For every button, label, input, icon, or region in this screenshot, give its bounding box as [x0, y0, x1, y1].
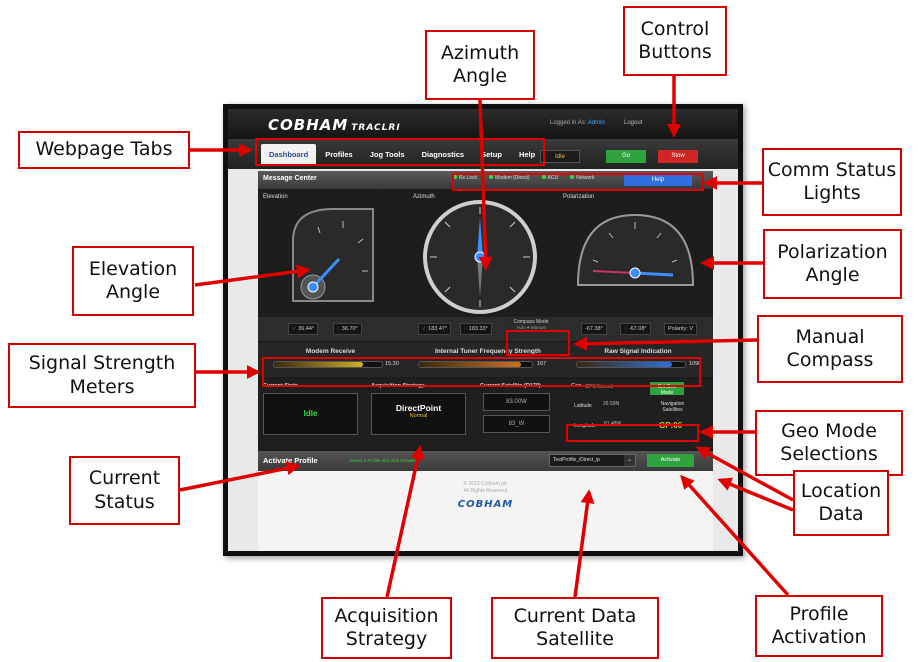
raw-signal-label: Raw Signal Indication [604, 348, 672, 355]
acquisition-strategy-sub: Normal [409, 413, 428, 419]
callout-control-buttons: Control Buttons [623, 6, 727, 76]
azimuth-gauge [423, 200, 537, 314]
callout-elevation-angle: Elevation Angle [72, 246, 194, 316]
meters-highlight [262, 357, 701, 387]
polarity-mode: Polarity: V [664, 323, 698, 335]
angle-readouts: ✓ 36.44° ◌ 36.70° ✓ 183.47° ◌ 183.33° Co… [258, 317, 713, 341]
callout-comm-status-lights: Comm Status Lights [762, 148, 902, 216]
elevation-target: ◌ 36.70° [333, 323, 362, 335]
tabs-highlight [255, 138, 545, 166]
activate-profile-bar: Activate Profile Select a Profile and cl… [258, 451, 713, 471]
elevation-actual: ✓ 36.44° [288, 323, 319, 335]
current-state-box: Idle [263, 393, 358, 435]
modem-receive-label: Modem Receive [305, 348, 356, 355]
top-bar: COBHAM TRACLRI Logged in As: Admin Logout [228, 109, 738, 139]
current-state-value: Idle [303, 409, 318, 418]
chevron-down-icon[interactable]: ⌄ [624, 455, 635, 466]
azimuth-actual: ✓ 183.47° [418, 323, 452, 335]
activate-profile-hint: Select a Profile and click Activate [350, 458, 417, 463]
polarization-target: ◌ -67.08° [620, 323, 651, 335]
callout-polarization-angle: Polarization Angle [763, 229, 902, 299]
logout-link[interactable]: Logout [624, 120, 642, 126]
activate-profile-title: Activate Profile [263, 456, 318, 465]
polarization-gauge [576, 213, 695, 286]
logged-in-info: Logged in As: Admin [550, 120, 605, 126]
elevation-gauge [292, 208, 374, 302]
elevation-label: Elevation [263, 194, 288, 200]
message-center-title: Message Center [263, 175, 317, 182]
user-link[interactable]: Admin [588, 120, 605, 126]
polarization-actual: -67.38° [581, 323, 607, 335]
geo-mode-highlight [566, 424, 699, 442]
profile-select[interactable]: TestProfile_iDirect_ip ⌄ [549, 454, 636, 467]
callout-acquisition-strategy: Acquisition Strategy [321, 597, 452, 659]
acquisition-strategy-value: DirectPoint [395, 403, 442, 413]
idle-button[interactable]: Idle [540, 150, 580, 163]
footer: © 2013 Cobham plc All Rights Reserved CO… [258, 471, 713, 551]
activate-button[interactable]: Activate [647, 454, 694, 467]
callout-profile-activation: Profile Activation [755, 595, 883, 657]
go-button[interactable]: Go [606, 150, 646, 163]
cobham-logo: COBHAM TRACLRI [268, 116, 401, 134]
callout-location-data: Location Data [793, 470, 889, 536]
navigation-satellites-label: Navigation Satellites [660, 401, 685, 413]
callout-geo-mode-selections: Geo Mode Selections [755, 410, 903, 476]
latitude-label: Latitude [574, 403, 592, 409]
callout-webpage-tabs: Webpage Tabs [18, 131, 190, 169]
azimuth-target: ◌ 183.33° [460, 323, 492, 335]
footer-logo: COBHAM [457, 499, 514, 510]
footer-copyright: © 2013 Cobham plc All Rights Reserved [463, 481, 508, 494]
stow-button[interactable]: Stow [658, 150, 698, 163]
polarization-label: Polarization [563, 194, 595, 200]
comm-lights-highlight [452, 173, 704, 191]
callout-signal-strength-meters: Signal Strength Meters [8, 343, 196, 408]
satellite-name-box: 83_W [483, 415, 550, 433]
callout-manual-compass: Manual Compass [757, 315, 903, 383]
compass-highlight [506, 330, 570, 356]
callout-azimuth-angle: Azimuth Angle [425, 30, 535, 100]
acquisition-strategy-box: DirectPoint Normal [371, 393, 466, 435]
trac-web-ui-window: COBHAM TRACLRI Logged in As: Admin Logout… [223, 104, 743, 556]
callout-current-status: Current Status [69, 456, 180, 525]
latitude-value: 26.59N [603, 401, 620, 407]
satellite-position-box: 83.00W [483, 393, 550, 411]
callout-current-data-satellite: Current Data Satellite [491, 597, 659, 659]
